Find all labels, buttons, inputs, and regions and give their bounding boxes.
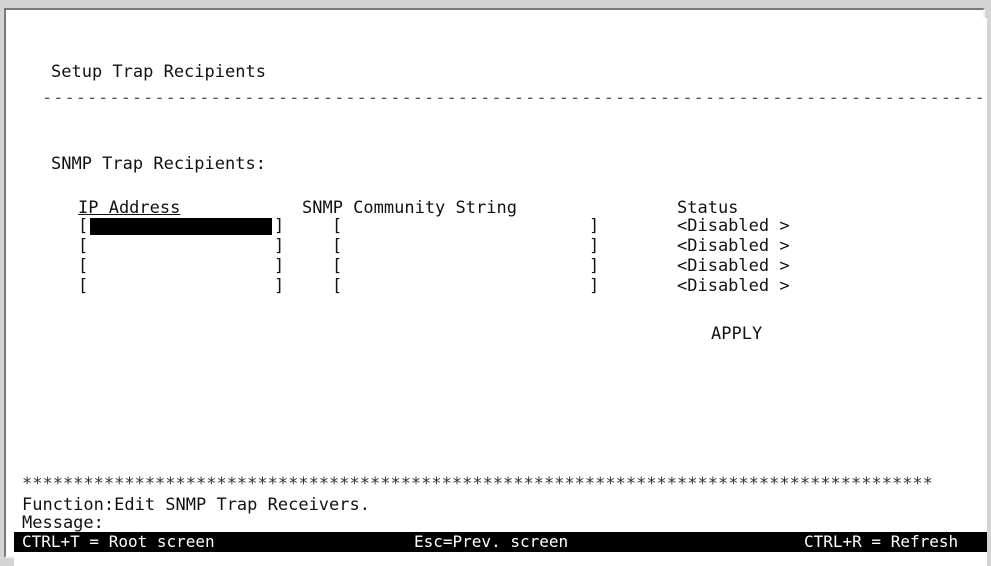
apply-button[interactable]: APPLY [711, 324, 762, 344]
status-header: Status [677, 198, 739, 218]
ip-field-bracket-open: [ [78, 236, 89, 256]
message-label: Message: [22, 513, 104, 533]
ip-address-header: IP Address [78, 198, 181, 218]
ip-field-bracket-close: ] [274, 216, 285, 236]
console-window: Setup Trap Recipients ------------------… [4, 8, 987, 566]
ip-address-input[interactable] [90, 256, 270, 276]
status-toggle[interactable]: <Disabled > [677, 276, 790, 296]
command-bar: CTRL+T = Root screen Esc=Prev. screen CT… [14, 532, 987, 552]
community-field-input[interactable] [344, 256, 584, 276]
ip-address-input[interactable] [90, 276, 270, 296]
ip-field-bracket-open: [ [78, 256, 89, 276]
function-text: Function:Edit SNMP Trap Receivers. [22, 495, 370, 515]
community-field-bracket-close: ] [589, 236, 600, 256]
community-field-bracket-close: ] [589, 276, 600, 296]
ip-address-input-active[interactable] [90, 218, 272, 235]
community-field-bracket-open: [ [332, 276, 343, 296]
status-toggle[interactable]: <Disabled > [677, 236, 790, 256]
community-field-bracket-close: ] [589, 256, 600, 276]
status-toggle[interactable]: <Disabled > [677, 216, 790, 236]
page-title: Setup Trap Recipients [51, 62, 266, 82]
ip-field-bracket-close: ] [274, 236, 285, 256]
section-label: SNMP Trap Recipients: [51, 154, 266, 174]
ip-address-input[interactable] [90, 236, 270, 256]
function-divider: ****************************************… [22, 474, 933, 494]
prev-screen-shortcut[interactable]: Esc=Prev. screen [414, 532, 568, 552]
community-field-input[interactable] [344, 276, 584, 296]
community-string-header: SNMP Community String [302, 198, 517, 218]
refresh-shortcut[interactable]: CTRL+R = Refresh [804, 532, 958, 552]
community-field-input[interactable] [344, 236, 584, 256]
terminal-screen: Setup Trap Recipients ------------------… [14, 18, 987, 566]
ip-field-bracket-open: [ [78, 216, 89, 236]
community-field-bracket-close: ] [589, 216, 600, 236]
ip-field-bracket-close: ] [274, 256, 285, 276]
community-field-input[interactable] [344, 216, 584, 236]
ip-field-bracket-close: ] [274, 276, 285, 296]
community-field-bracket-open: [ [332, 216, 343, 236]
root-screen-shortcut[interactable]: CTRL+T = Root screen [22, 532, 215, 552]
ip-field-bracket-open: [ [78, 276, 89, 296]
community-field-bracket-open: [ [332, 256, 343, 276]
title-divider: ----------------------------------------… [42, 88, 982, 108]
community-field-bracket-open: [ [332, 236, 343, 256]
status-toggle[interactable]: <Disabled > [677, 256, 790, 276]
